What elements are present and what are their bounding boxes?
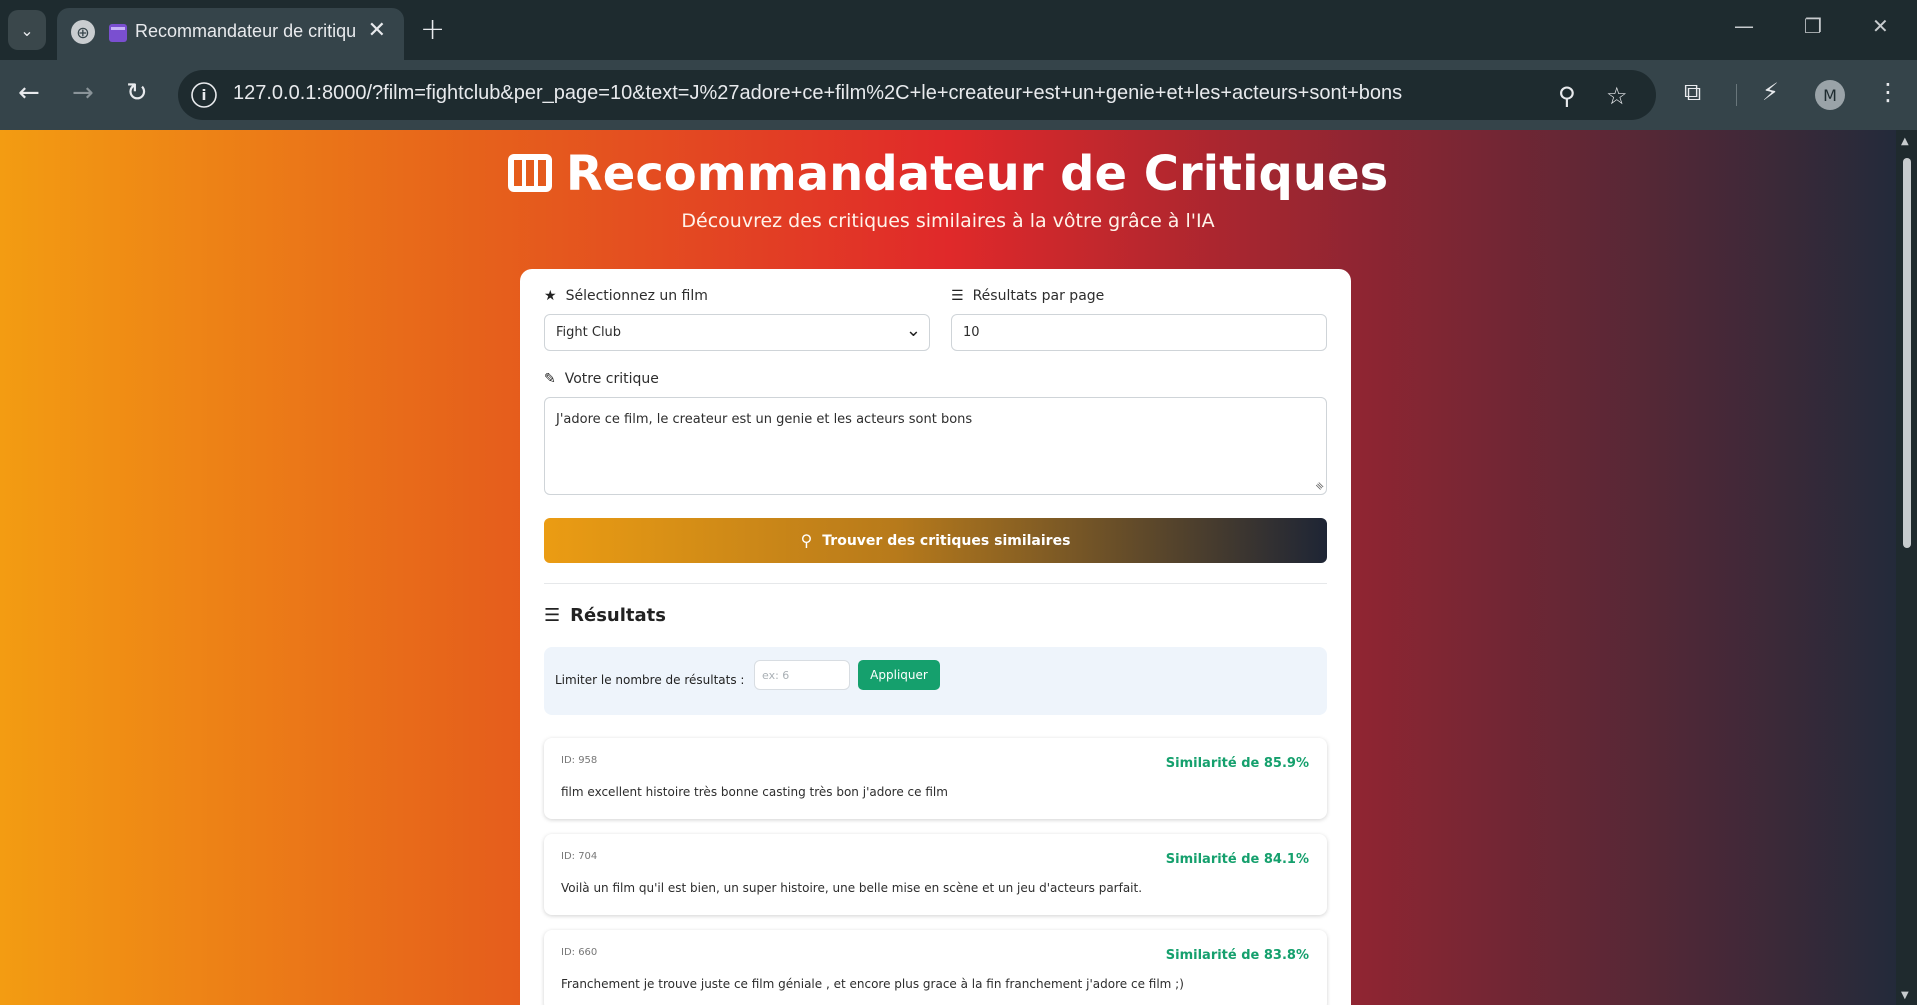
- result-similarity: Similarité de 84.1%: [1165, 852, 1309, 867]
- zoom-icon[interactable]: ⚲: [1558, 82, 1576, 110]
- scroll-up-icon[interactable]: ▲: [1901, 136, 1909, 147]
- avatar[interactable]: M: [1815, 80, 1845, 110]
- limit-label: Limiter le nombre de résultats :: [555, 673, 745, 687]
- film-icon: [507, 154, 552, 192]
- review-text: J'adore ce film, le createur est un geni…: [556, 412, 973, 427]
- tab-title: Recommandateur de critiqu: [135, 21, 357, 41]
- page-title-text: Recommandateur de Critiques: [565, 146, 1389, 202]
- page-viewport: Recommandateur de Critiques Découvrez de…: [0, 130, 1896, 1005]
- scroll-down-icon[interactable]: ▼: [1901, 990, 1909, 1001]
- result-text: Franchement je trouve juste ce film géni…: [561, 977, 1184, 991]
- minimize-icon[interactable]: —: [1734, 14, 1754, 38]
- results-heading: ☰ Résultats: [544, 605, 666, 626]
- review-label-text: Votre critique: [564, 371, 659, 387]
- reload-icon[interactable]: ↻: [126, 78, 148, 108]
- result-text: film excellent histoire très bonne casti…: [561, 785, 948, 799]
- browser-tab-bar: ⌄ ⊕ Recommandateur de critiqu ✕ + — ❐ ✕: [0, 0, 1917, 60]
- site-info-icon[interactable]: i: [191, 82, 217, 108]
- result-card: ID: 704 Similarité de 84.1% Voilà un fil…: [544, 834, 1327, 915]
- url-text[interactable]: 127.0.0.1:8000/?film=fightclub&per_page=…: [233, 82, 1402, 105]
- bookmark-star-icon[interactable]: ☆: [1606, 82, 1628, 110]
- page-subtitle: Découvrez des critiques similaires à la …: [681, 210, 1215, 232]
- main-card: ★ Sélectionnez un film Fight Club ⌄ ☰ Ré…: [520, 269, 1351, 1005]
- film-select-value: Fight Club: [556, 325, 622, 340]
- list-ordered-icon: ☰: [951, 288, 964, 304]
- result-similarity: Similarité de 83.8%: [1165, 948, 1309, 963]
- chevron-down-icon: ⌄: [905, 320, 921, 341]
- extensions-icon[interactable]: ⧉: [1684, 78, 1701, 106]
- forward-icon[interactable]: →: [72, 78, 94, 108]
- find-similar-label: Trouver des critiques similaires: [822, 532, 1071, 549]
- toolbar-separator: [1736, 84, 1737, 106]
- page-title: Recommandateur de Critiques: [0, 146, 1896, 202]
- film-label-text: Sélectionnez un film: [565, 288, 708, 304]
- per-page-value: 10: [963, 325, 980, 340]
- clapperboard-favicon-icon: [109, 24, 127, 42]
- resize-grip-icon[interactable]: ≡: [1312, 480, 1326, 494]
- film-select[interactable]: Fight Club ⌄: [544, 314, 930, 351]
- per-page-label-text: Résultats par page: [972, 288, 1105, 304]
- back-icon[interactable]: ←: [18, 78, 40, 108]
- performance-icon[interactable]: ⚡: [1762, 78, 1779, 106]
- star-icon: ★: [544, 288, 557, 304]
- divider: [544, 583, 1327, 584]
- pencil-icon: ✎: [544, 371, 556, 387]
- limit-placeholder: ex: 6: [762, 669, 790, 682]
- limit-input[interactable]: ex: 6: [754, 660, 850, 690]
- results-heading-text: Résultats: [570, 605, 666, 626]
- globe-icon: ⊕: [71, 20, 95, 44]
- menu-icon[interactable]: ⋮: [1876, 78, 1900, 106]
- result-similarity: Similarité de 85.9%: [1165, 756, 1309, 771]
- result-card: ID: 660 Similarité de 83.8% Franchement …: [544, 930, 1327, 1005]
- close-icon[interactable]: ✕: [368, 18, 386, 43]
- per-page-input[interactable]: 10: [951, 314, 1327, 351]
- search-icon: ⚲: [800, 531, 813, 550]
- film-label: ★ Sélectionnez un film: [544, 288, 708, 304]
- address-bar[interactable]: i 127.0.0.1:8000/?film=fightclub&per_pag…: [178, 70, 1656, 120]
- result-id: ID: 704: [561, 851, 598, 862]
- result-id: ID: 958: [561, 755, 598, 766]
- find-similar-button[interactable]: ⚲ Trouver des critiques similaires: [544, 518, 1327, 563]
- new-tab-icon[interactable]: +: [420, 12, 445, 47]
- review-textarea[interactable]: J'adore ce film, le createur est un geni…: [544, 397, 1327, 495]
- page-scrollbar[interactable]: ▲ ▼: [1896, 130, 1917, 1005]
- apply-button[interactable]: Appliquer: [858, 660, 940, 690]
- browser-toolbar: ← → ↻ i 127.0.0.1:8000/?film=fightclub&p…: [0, 60, 1917, 130]
- scrollbar-thumb[interactable]: [1903, 158, 1911, 548]
- tab-list-icon[interactable]: ⌄: [8, 10, 46, 50]
- review-label: ✎ Votre critique: [544, 371, 659, 387]
- result-text: Voilà un film qu'il est bien, un super h…: [561, 881, 1143, 895]
- list-icon: ☰: [544, 605, 561, 626]
- browser-tab[interactable]: ⊕ Recommandateur de critiqu ✕: [57, 8, 404, 60]
- per-page-label: ☰ Résultats par page: [951, 288, 1104, 304]
- limit-panel: Limiter le nombre de résultats : ex: 6 A…: [544, 647, 1327, 715]
- result-card: ID: 958 Similarité de 85.9% film excelle…: [544, 738, 1327, 819]
- window-close-icon[interactable]: ✕: [1872, 14, 1889, 38]
- result-id: ID: 660: [561, 947, 598, 958]
- restore-icon[interactable]: ❐: [1804, 14, 1822, 38]
